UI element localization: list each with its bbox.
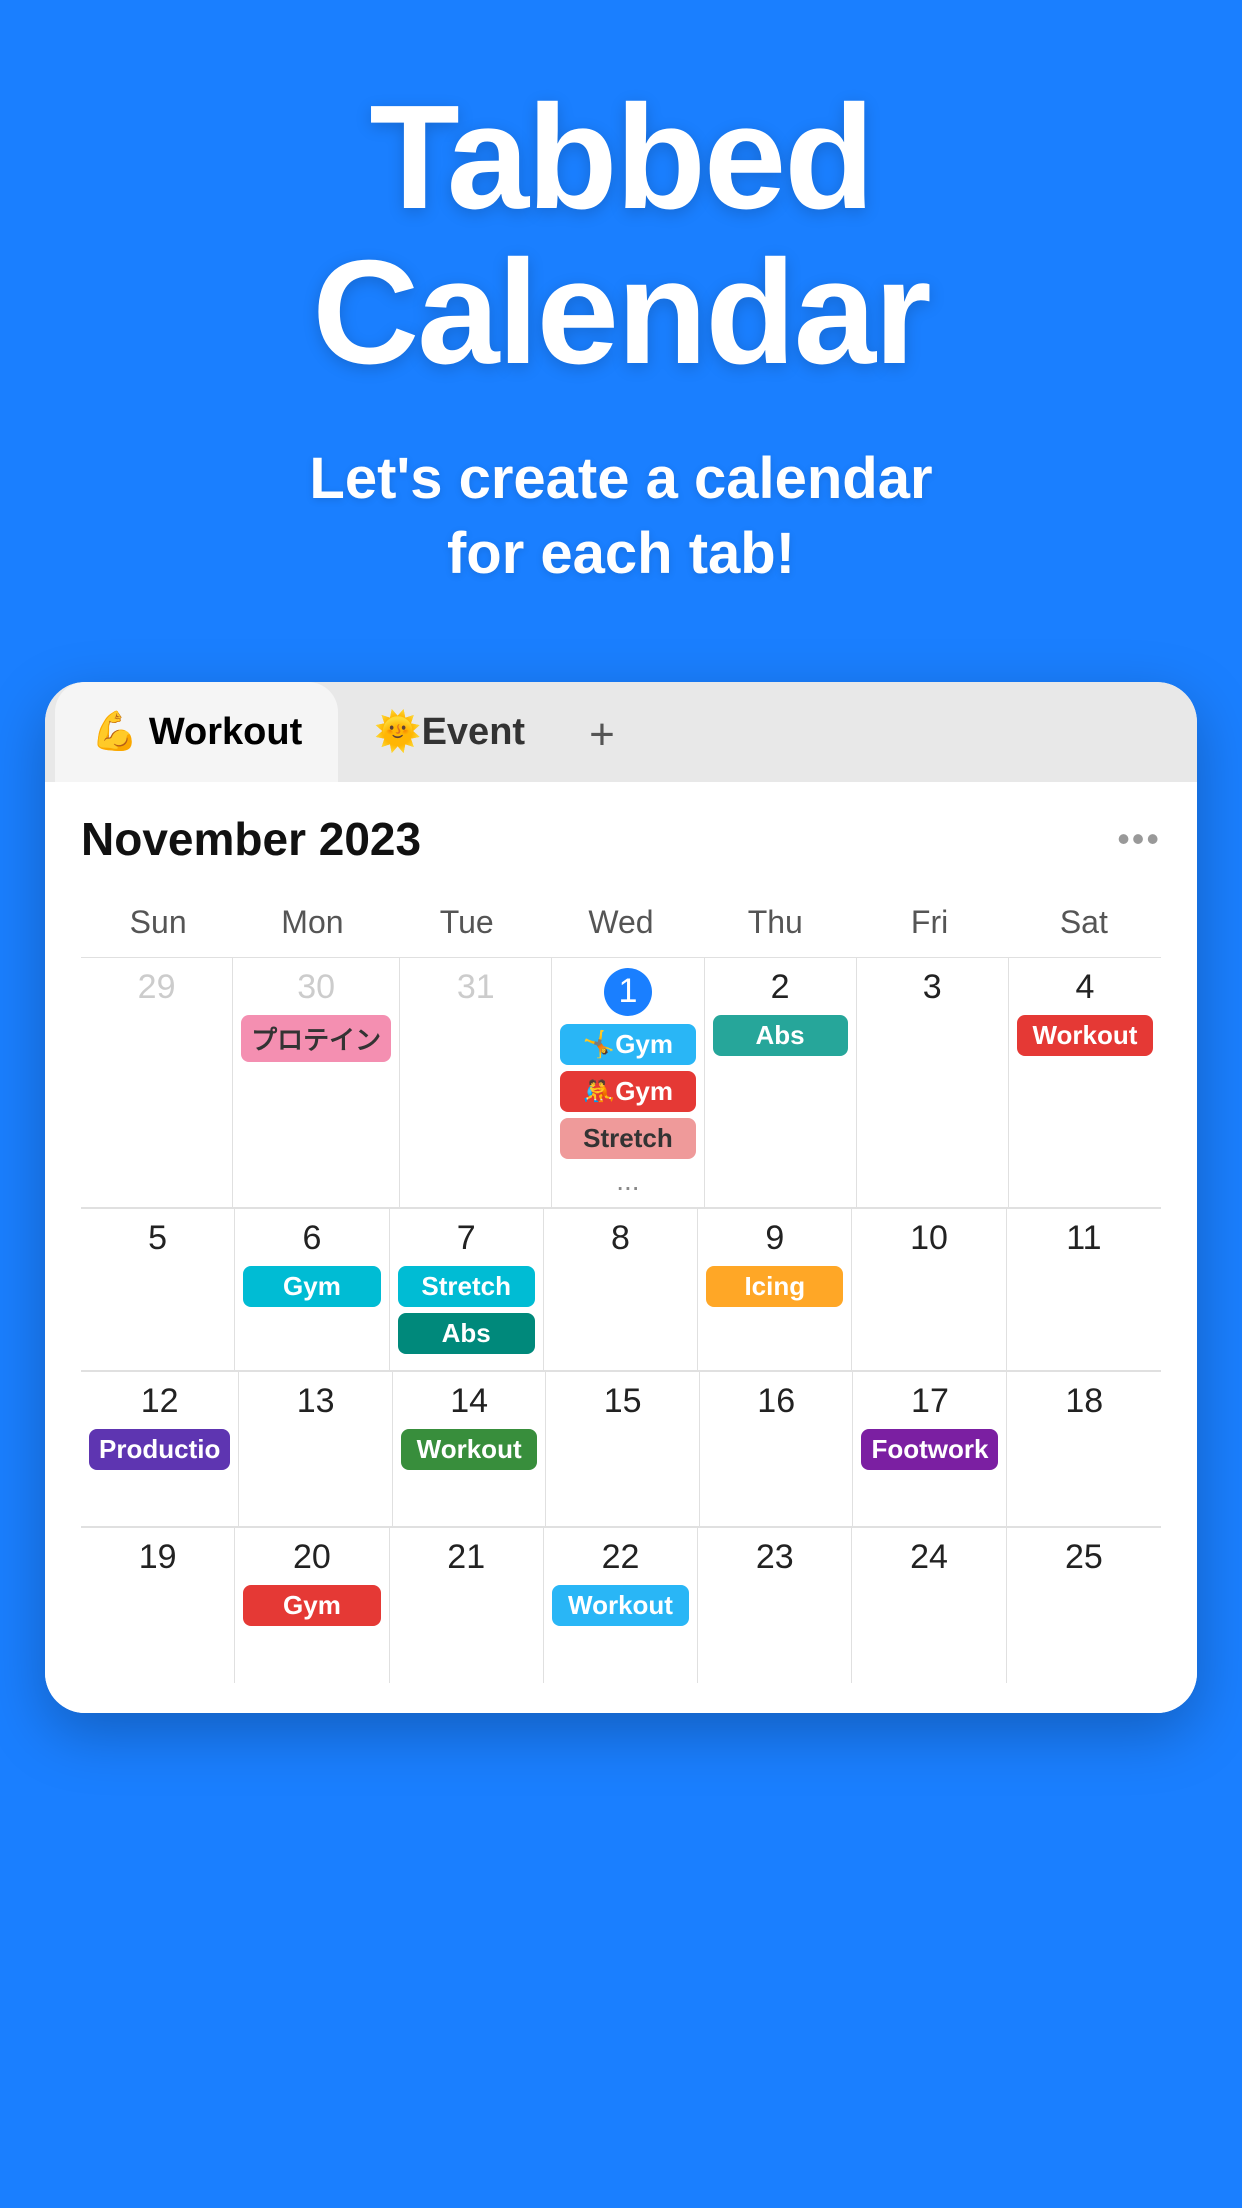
dow-sun: Sun	[81, 896, 235, 949]
event-production-12[interactable]: Productio	[89, 1429, 230, 1470]
day-4[interactable]: 4 Workout	[1009, 958, 1161, 1208]
event-gym-1a[interactable]: 🤸Gym	[560, 1024, 695, 1065]
tab-add-button[interactable]: +	[561, 682, 643, 782]
event-workout-14[interactable]: Workout	[401, 1429, 538, 1470]
event-workout-4[interactable]: Workout	[1017, 1015, 1153, 1056]
event-gym-20[interactable]: Gym	[243, 1585, 380, 1626]
day-25[interactable]: 25	[1007, 1528, 1161, 1683]
more-events-1[interactable]: ...	[560, 1165, 695, 1197]
day-23[interactable]: 23	[698, 1528, 852, 1683]
day-21[interactable]: 21	[390, 1528, 544, 1683]
day-31[interactable]: 31	[400, 958, 552, 1208]
app-title: TabbedCalendar	[60, 80, 1182, 391]
week-4: 19 20 Gym 21 22 Workout 23 24 25	[81, 1527, 1161, 1683]
event-gym-6[interactable]: Gym	[243, 1266, 380, 1307]
day-16[interactable]: 16	[700, 1372, 854, 1527]
day-5[interactable]: 5	[81, 1209, 235, 1371]
event-abs-7[interactable]: Abs	[398, 1313, 535, 1354]
day-7[interactable]: 7 Stretch Abs	[390, 1209, 544, 1371]
days-of-week: Sun Mon Tue Wed Thu Fri Sat	[81, 896, 1161, 949]
day-11[interactable]: 11	[1007, 1209, 1161, 1371]
hero-section: TabbedCalendar Let's create a calendarfo…	[0, 0, 1242, 632]
event-stretch-1[interactable]: Stretch	[560, 1118, 695, 1159]
event-abs-2[interactable]: Abs	[713, 1015, 848, 1056]
month-title: November 2023	[81, 812, 421, 866]
event-proteine[interactable]: プロテイン	[241, 1015, 391, 1062]
tab-workout[interactable]: 💪 Workout	[55, 682, 338, 782]
day-20[interactable]: 20 Gym	[235, 1528, 389, 1683]
day-2[interactable]: 2 Abs	[705, 958, 857, 1208]
dow-fri: Fri	[852, 896, 1006, 949]
day-15[interactable]: 15	[546, 1372, 700, 1527]
day-10[interactable]: 10	[852, 1209, 1006, 1371]
calendar-body: November 2023 ••• Sun Mon Tue Wed Thu Fr…	[45, 782, 1197, 1713]
week-3: 12 Productio 13 14 Workout 15 16 17 Foot…	[81, 1371, 1161, 1527]
app-subtitle: Let's create a calendarfor each tab!	[60, 441, 1182, 592]
event-gym-1b[interactable]: 🤼Gym	[560, 1071, 695, 1112]
day-9[interactable]: 9 Icing	[698, 1209, 852, 1371]
tab-event[interactable]: 🌞Event	[338, 682, 561, 782]
day-6[interactable]: 6 Gym	[235, 1209, 389, 1371]
event-icing-9[interactable]: Icing	[706, 1266, 843, 1307]
dow-tue: Tue	[390, 896, 544, 949]
day-8[interactable]: 8	[544, 1209, 698, 1371]
day-14[interactable]: 14 Workout	[393, 1372, 547, 1527]
dow-sat: Sat	[1007, 896, 1161, 949]
menu-dots[interactable]: •••	[1117, 818, 1161, 860]
day-24[interactable]: 24	[852, 1528, 1006, 1683]
calendar-card: 💪 Workout 🌞Event + November 2023 ••• Sun…	[45, 682, 1197, 1713]
day-18[interactable]: 18	[1007, 1372, 1161, 1527]
event-stretch-7[interactable]: Stretch	[398, 1266, 535, 1307]
week-1: 29 30 プロテイン 31 1 🤸Gym 🤼Gym Stretch ... 2…	[81, 957, 1161, 1208]
day-22[interactable]: 22 Workout	[544, 1528, 698, 1683]
calendar-header: November 2023 •••	[81, 812, 1161, 866]
tabs-bar: 💪 Workout 🌞Event +	[45, 682, 1197, 782]
event-footwork-17[interactable]: Footwork	[861, 1429, 998, 1470]
week-2: 5 6 Gym 7 Stretch Abs 8 9 Icing 10 1	[81, 1208, 1161, 1371]
day-3[interactable]: 3	[857, 958, 1009, 1208]
event-workout-22[interactable]: Workout	[552, 1585, 689, 1626]
day-30[interactable]: 30 プロテイン	[233, 958, 400, 1208]
day-19[interactable]: 19	[81, 1528, 235, 1683]
day-12[interactable]: 12 Productio	[81, 1372, 239, 1527]
dow-thu: Thu	[698, 896, 852, 949]
dow-mon: Mon	[235, 896, 389, 949]
day-29[interactable]: 29	[81, 958, 233, 1208]
day-1[interactable]: 1 🤸Gym 🤼Gym Stretch ...	[552, 958, 704, 1208]
day-13[interactable]: 13	[239, 1372, 393, 1527]
dow-wed: Wed	[544, 896, 698, 949]
day-17[interactable]: 17 Footwork	[853, 1372, 1007, 1527]
